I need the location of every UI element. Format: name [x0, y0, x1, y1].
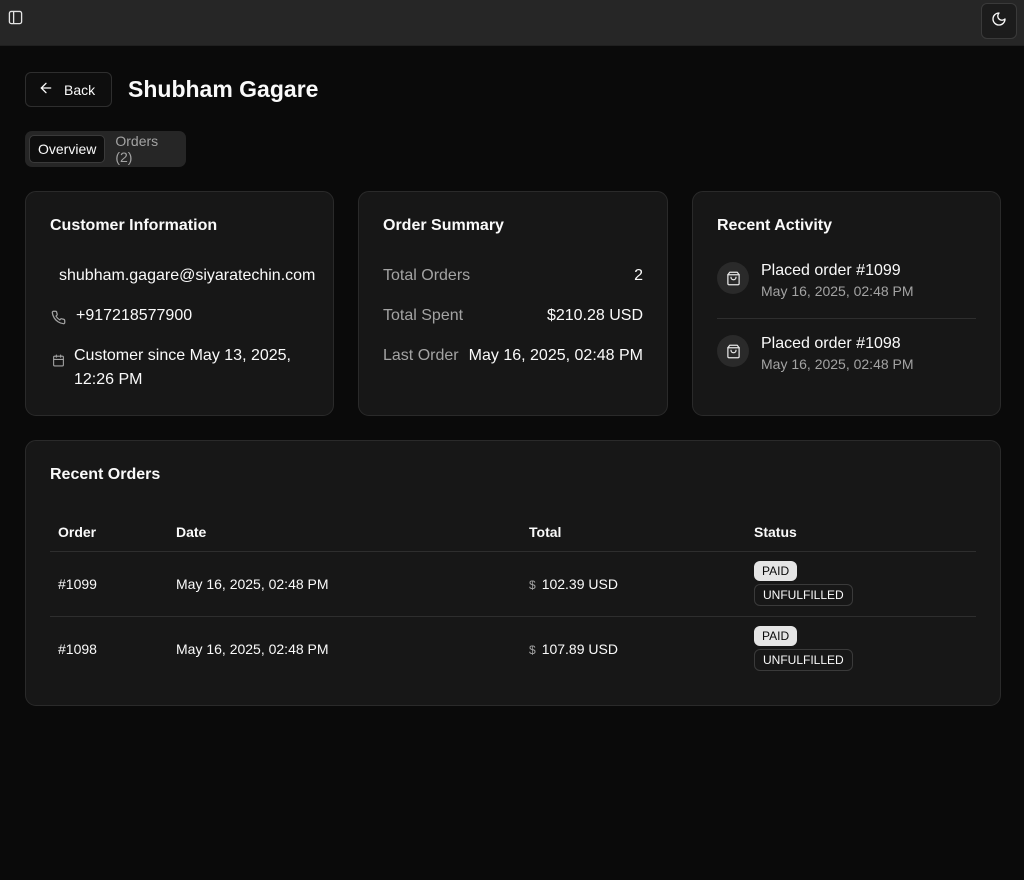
activity-date: May 16, 2025, 02:48 PM — [761, 283, 914, 299]
theme-toggle-button[interactable] — [981, 3, 1017, 39]
summary-label: Total Spent — [383, 307, 464, 324]
summary-label: Total Orders — [383, 267, 471, 284]
calendar-icon — [50, 352, 66, 368]
order-total: 102.39 USD — [541, 575, 618, 592]
recent-orders-card: Recent Orders Order Date Total Status #1… — [25, 440, 1001, 706]
top-bar — [0, 0, 1024, 46]
order-number: #1098 — [58, 640, 97, 657]
summary-label: Last Order — [383, 347, 459, 364]
customer-email: shubham.gagare@siyaratechin.com — [59, 267, 316, 284]
customer-since-line1: Customer since May 13, 2025, — [74, 347, 291, 364]
order-summary-title: Order Summary — [383, 217, 504, 234]
summary-row-total-orders: Total Orders 2 — [383, 267, 643, 285]
recent-activity-card: Recent Activity Placed order #1099 May 1… — [692, 191, 1001, 416]
table-row[interactable]: #1099 May 16, 2025, 02:48 PM $102.39 USD… — [50, 551, 976, 617]
back-button-label: Back — [64, 81, 96, 98]
phone-row: +917218577900 — [50, 307, 192, 325]
order-number: #1099 — [50, 551, 168, 617]
summary-value: 2 — [634, 267, 643, 284]
orders-table: Order Date Total Status #1099 May 16, 20… — [50, 513, 976, 681]
activity-item[interactable]: Placed order #1098 May 16, 2025, 02:48 P… — [717, 335, 976, 372]
email-row: shubham.gagare@siyaratechin.com — [59, 267, 315, 285]
order-status-cell: PAID UNFULFILLED — [746, 551, 976, 617]
dollar-icon: $ — [529, 642, 536, 657]
shopping-bag-icon — [717, 262, 749, 294]
customer-since-row: Customer since May 13, 2025, 12:26 PM — [50, 347, 291, 392]
payment-status-badge: PAID — [754, 626, 798, 647]
tab-overview[interactable]: Overview — [29, 135, 106, 163]
table-header-row: Order Date Total Status — [50, 513, 976, 552]
table-row[interactable]: #1098 May 16, 2025, 02:48 PM $107.89 USD… — [50, 616, 976, 681]
payment-status-badge: PAID — [754, 561, 798, 581]
column-header-status: Status — [746, 513, 976, 552]
fulfillment-status-badge: UNFULFILLED — [754, 584, 853, 606]
summary-row-total-spent: Total Spent $210.28 USD — [383, 307, 643, 325]
tab-list: Overview Orders (2) — [25, 131, 186, 167]
order-total: 107.89 USD — [541, 640, 618, 657]
activity-title: Placed order #1099 — [761, 262, 901, 279]
customer-info-title: Customer Information — [50, 217, 218, 234]
summary-value: $210.28 USD — [546, 307, 643, 324]
activity-date: May 16, 2025, 02:48 PM — [761, 356, 914, 372]
order-total-cell: $102.39 USD — [521, 551, 746, 617]
shopping-bag-icon — [717, 335, 749, 367]
customer-phone: +917218577900 — [76, 307, 193, 324]
column-header-total: Total — [521, 513, 746, 552]
recent-orders-title: Recent Orders — [50, 466, 161, 483]
column-header-date: Date — [168, 513, 521, 552]
order-total-cell: $107.89 USD — [521, 616, 746, 681]
dollar-icon: $ — [529, 577, 536, 592]
customer-since-line2: 12:26 PM — [74, 371, 143, 388]
phone-icon — [50, 309, 66, 325]
fulfillment-status-badge: UNFULFILLED — [754, 649, 853, 672]
back-button[interactable]: Back — [25, 72, 112, 107]
customer-info-card: Customer Information shubham.gagare@siya… — [25, 191, 334, 416]
recent-activity-title: Recent Activity — [717, 217, 832, 234]
sidebar-toggle-icon[interactable] — [7, 9, 23, 25]
moon-icon — [991, 11, 1007, 32]
page-title: Shubham Gagare — [128, 76, 319, 102]
order-summary-card: Order Summary Total Orders 2 Total Spent… — [358, 191, 668, 416]
order-date: May 16, 2025, 02:48 PM — [168, 551, 521, 617]
activity-divider — [717, 318, 976, 319]
summary-value: May 16, 2025, 02:48 PM — [468, 347, 643, 364]
order-date: May 16, 2025, 02:48 PM — [176, 640, 329, 657]
column-header-order: Order — [50, 513, 168, 552]
tab-orders[interactable]: Orders (2) — [107, 133, 182, 165]
summary-row-last-order: Last Order May 16, 2025, 02:48 PM — [383, 347, 643, 365]
activity-title: Placed order #1098 — [761, 335, 901, 352]
activity-item[interactable]: Placed order #1099 May 16, 2025, 02:48 P… — [717, 262, 976, 299]
order-status-cell: PAID UNFULFILLED — [746, 616, 976, 681]
arrow-left-icon — [38, 80, 54, 99]
